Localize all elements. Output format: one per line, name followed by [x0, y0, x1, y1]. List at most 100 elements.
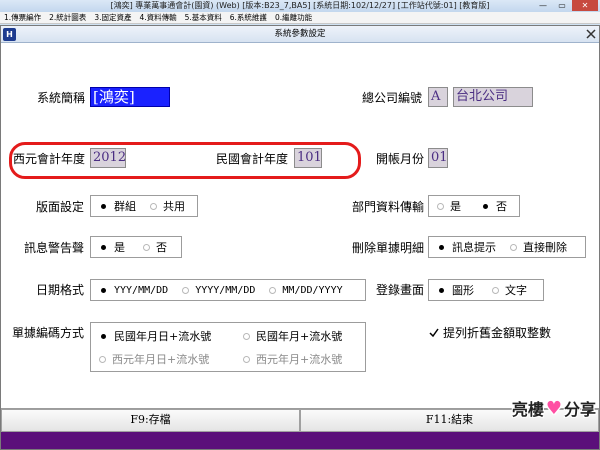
date-format-ad-option[interactable]: YYYY/MM/DD	[182, 285, 255, 296]
dept-transfer-no-text: 否	[496, 200, 507, 213]
delete-detail-group: 訊息提示 直接刪除	[428, 236, 586, 258]
system-abbrev-label: 系統簡稱	[37, 91, 86, 105]
hq-code-input[interactable]: A	[428, 87, 448, 107]
layout-shared-text: 共用	[163, 200, 185, 213]
login-text-option[interactable]: 文字	[492, 282, 527, 298]
date-format-label: 日期格式	[36, 283, 85, 297]
doc-numbering-label: 單據編碼方式	[12, 326, 85, 340]
menu-item-basic-data[interactable]: 5.基本資料	[181, 12, 226, 23]
radio-unselected-icon	[243, 332, 250, 340]
menu-item-exit[interactable]: 0.繼離功能	[271, 12, 316, 23]
alert-sound-label: 訊息警告聲	[24, 241, 85, 255]
doc-roc-date-option[interactable]: 民國年月日+流水號	[99, 328, 211, 344]
radio-unselected-icon	[150, 202, 157, 210]
delete-detail-direct-option[interactable]: 直接刪除	[510, 239, 567, 255]
window-controls: — ▭ ✕	[534, 0, 598, 11]
doc-ad-month-text: 西元年月+流水號	[256, 353, 343, 366]
radio-selected-icon	[99, 332, 108, 341]
doc-roc-month-text: 民國年月+流水號	[256, 330, 343, 343]
radio-selected-icon	[99, 243, 108, 252]
radio-selected-icon	[99, 286, 108, 295]
checkmark-icon[interactable]	[429, 328, 439, 338]
form-body: 系統簡稱 [鴻奕] 總公司編號 A 台北公司 西元會計年度 2012 民國會計年…	[1, 44, 599, 408]
window-title-bar: [鴻奕] 專業萬事通會計(園資) (Web) [版本:B23_7,BA5] [系…	[0, 0, 600, 12]
ad-fiscal-year-input[interactable]: 2012	[90, 148, 126, 168]
radio-unselected-icon	[269, 286, 277, 294]
login-screen-label: 登錄畫面	[376, 283, 425, 297]
radio-unselected-icon	[182, 286, 190, 294]
login-graphic-option[interactable]: 圖形	[437, 282, 474, 298]
app-logo-icon: H	[3, 28, 16, 41]
dept-transfer-yes-text: 是	[450, 200, 461, 213]
radio-selected-icon	[99, 202, 108, 211]
radio-selected-icon	[437, 243, 446, 252]
hq-code-label: 總公司編號	[362, 91, 423, 105]
round-discount-checkbox-row[interactable]: 提列折舊金額取整數	[429, 324, 551, 341]
dept-transfer-label: 部門資料傳輸	[352, 200, 425, 214]
alert-sound-yes-text: 是	[114, 241, 125, 254]
menu-item-data-transfer[interactable]: 4.資料傳輸	[135, 12, 180, 23]
doc-ad-date-text: 西元年月日+流水號	[112, 353, 210, 366]
doc-numbering-group: 民國年月日+流水號 民國年月+流水號 西元年月日+流水號 西元年月+流水號	[90, 322, 366, 372]
menu-item-charts[interactable]: 2.統計圖表	[45, 12, 90, 23]
heart-icon: ♥	[545, 397, 562, 419]
login-text-text: 文字	[505, 284, 527, 297]
status-bar	[1, 432, 599, 449]
radio-unselected-icon	[492, 286, 499, 294]
menu-item-fixed-assets[interactable]: 3.固定資產	[90, 12, 135, 23]
date-format-ad-text: YYYY/MM/DD	[195, 284, 256, 296]
alert-sound-no-text: 否	[156, 241, 167, 254]
roc-fiscal-year-label: 民國會計年度	[216, 152, 289, 166]
date-format-group: YYY/MM/DD YYYY/MM/DD MM/DD/YYYY	[90, 279, 366, 301]
layout-setting-group: 群組 共用	[90, 195, 198, 217]
alert-sound-no-option[interactable]: 否	[143, 239, 167, 255]
date-format-roc-option[interactable]: YYY/MM/DD	[99, 285, 168, 296]
roc-fiscal-year-input[interactable]: 101	[294, 148, 322, 168]
radio-unselected-icon	[99, 355, 106, 363]
system-abbrev-input[interactable]: [鴻奕]	[90, 87, 170, 107]
dept-transfer-no-option[interactable]: 否	[481, 198, 507, 214]
open-month-label: 開帳月份	[376, 152, 425, 166]
delete-detail-direct-text: 直接刪除	[523, 241, 567, 254]
layout-shared-option[interactable]: 共用	[150, 198, 185, 214]
layout-setting-label: 版面設定	[36, 200, 85, 214]
alert-sound-yes-option[interactable]: 是	[99, 239, 125, 255]
doc-roc-date-text: 民國年月日+流水號	[114, 330, 212, 343]
date-format-us-option[interactable]: MM/DD/YYYY	[269, 284, 343, 296]
function-key-bar: F9:存檔 F11:結束	[1, 408, 599, 432]
dept-transfer-yes-option[interactable]: 是	[437, 198, 461, 214]
menu-item-voucher[interactable]: 1.傳票編作	[0, 12, 45, 23]
close-window-button[interactable]: ✕	[572, 0, 598, 11]
delete-detail-prompt-option[interactable]: 訊息提示	[437, 239, 496, 255]
save-button[interactable]: F9:存檔	[1, 409, 300, 432]
doc-ad-month-option[interactable]: 西元年月+流水號	[243, 351, 342, 367]
watermark-right-text: 分享	[563, 400, 596, 419]
radio-unselected-icon	[243, 355, 250, 363]
hq-name-field: 台北公司	[453, 87, 533, 107]
watermark-left-text: 亮樓	[511, 400, 544, 419]
minimize-button[interactable]: —	[534, 0, 552, 11]
form-header: H 系統參數設定	[1, 26, 599, 43]
alert-sound-group: 是 否	[90, 236, 182, 258]
open-month-input[interactable]: 01	[428, 148, 448, 168]
layout-group-option[interactable]: 群組	[99, 198, 136, 214]
login-screen-group: 圖形 文字	[428, 279, 544, 301]
radio-unselected-icon	[437, 202, 444, 210]
watermark-logo: 亮樓 ♥ 分享	[512, 396, 596, 420]
maximize-button[interactable]: ▭	[553, 0, 571, 11]
close-form-icon[interactable]	[586, 29, 596, 39]
doc-roc-month-option[interactable]: 民國年月+流水號	[243, 328, 342, 344]
delete-detail-prompt-text: 訊息提示	[452, 241, 496, 254]
dept-transfer-group: 是 否	[428, 195, 520, 217]
window-title: [鴻奕] 專業萬事通會計(園資) (Web) [版本:B23_7,BA5] [系…	[110, 1, 490, 10]
ad-fiscal-year-label: 西元會計年度	[13, 152, 86, 166]
doc-ad-date-option[interactable]: 西元年月日+流水號	[99, 351, 209, 367]
round-discount-label: 提列折舊金額取整數	[443, 326, 552, 340]
radio-unselected-icon	[143, 243, 150, 251]
login-graphic-text: 圖形	[452, 284, 474, 297]
radio-selected-icon	[481, 202, 490, 211]
date-format-us-text: MM/DD/YYYY	[282, 284, 343, 296]
menu-bar: 1.傳票編作 2.統計圖表 3.固定資產 4.資料傳輸 5.基本資料 6.系統維…	[0, 12, 600, 24]
menu-item-system-maintenance[interactable]: 6.系統維護	[226, 12, 271, 23]
date-format-roc-text: YYY/MM/DD	[114, 284, 169, 296]
